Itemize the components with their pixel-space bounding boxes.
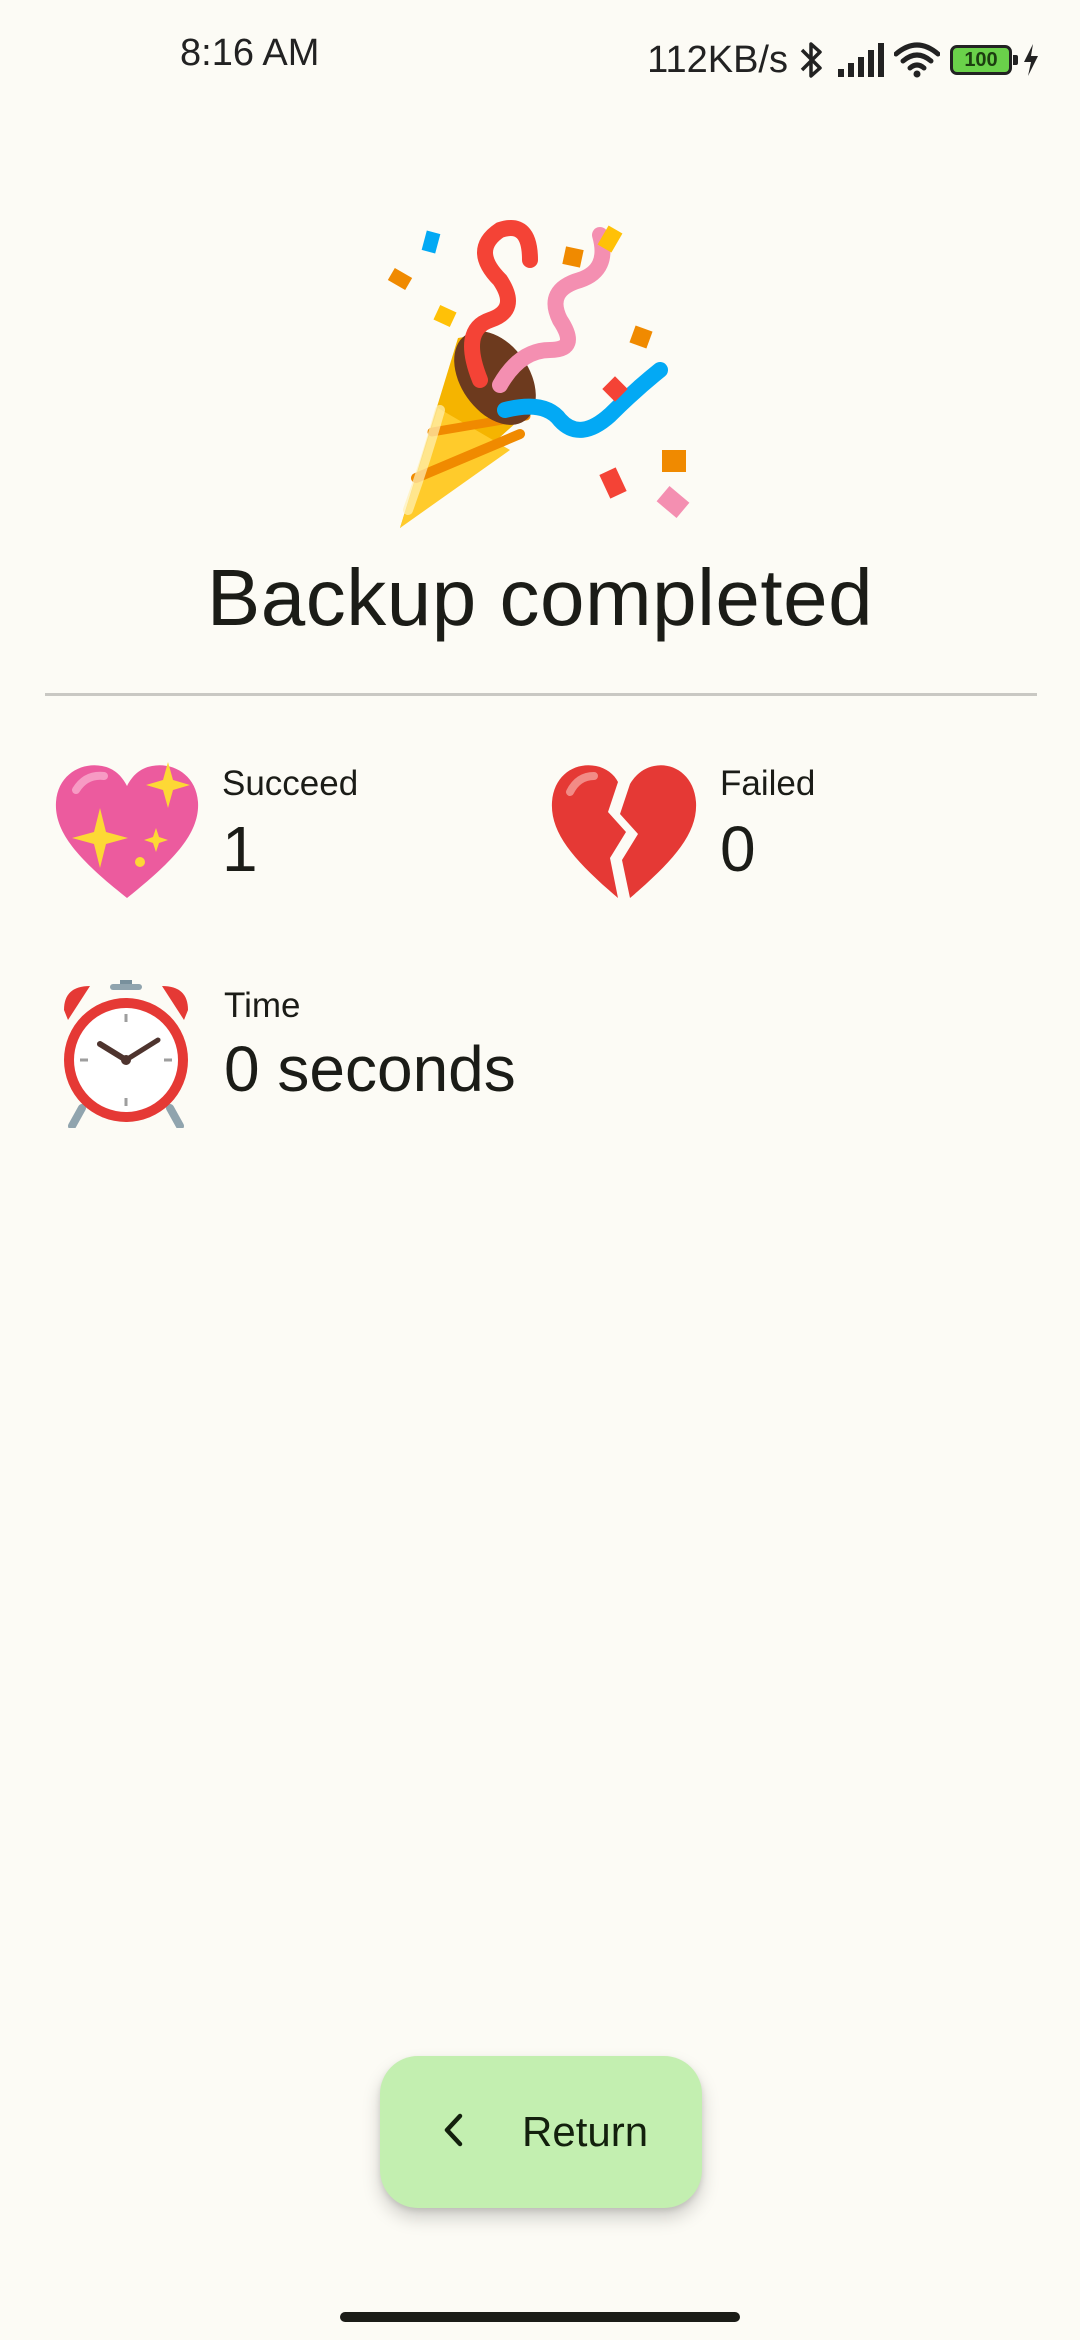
- succeed-stat: Succeed 1: [52, 762, 532, 912]
- sparkling-heart-icon: [52, 762, 202, 907]
- signal-icon: [836, 43, 884, 77]
- status-icons: 112KB/s 100: [647, 32, 1040, 88]
- return-button[interactable]: Return: [380, 2056, 702, 2208]
- battery-icon: 100: [950, 45, 1018, 75]
- return-button-label: Return: [522, 2108, 649, 2155]
- time-stat: Time 0 seconds: [60, 980, 760, 1130]
- failed-value: 0: [720, 813, 756, 885]
- wifi-icon: [894, 42, 940, 78]
- time-label: Time: [224, 986, 301, 1025]
- home-indicator[interactable]: [340, 2312, 740, 2322]
- failed-stat: Failed 0: [548, 762, 1028, 912]
- status-bar: 8:16 AM 112KB/s 100: [0, 0, 1080, 120]
- broken-heart-icon: [548, 762, 698, 907]
- page-title: Backup completed: [206, 553, 874, 642]
- bluetooth-icon: [798, 40, 826, 80]
- network-speed: 112KB/s: [647, 38, 788, 81]
- charging-icon: [1022, 44, 1040, 76]
- party-popper-icon: [380, 210, 700, 540]
- succeed-label: Succeed: [222, 764, 359, 803]
- succeed-value: 1: [222, 813, 258, 885]
- chevron-left-icon: [442, 2112, 464, 2153]
- alarm-clock-icon: [60, 980, 192, 1133]
- failed-label: Failed: [720, 764, 816, 803]
- time-value: 0 seconds: [224, 1033, 516, 1105]
- status-time: 8:16 AM: [180, 32, 320, 74]
- divider: [45, 693, 1037, 696]
